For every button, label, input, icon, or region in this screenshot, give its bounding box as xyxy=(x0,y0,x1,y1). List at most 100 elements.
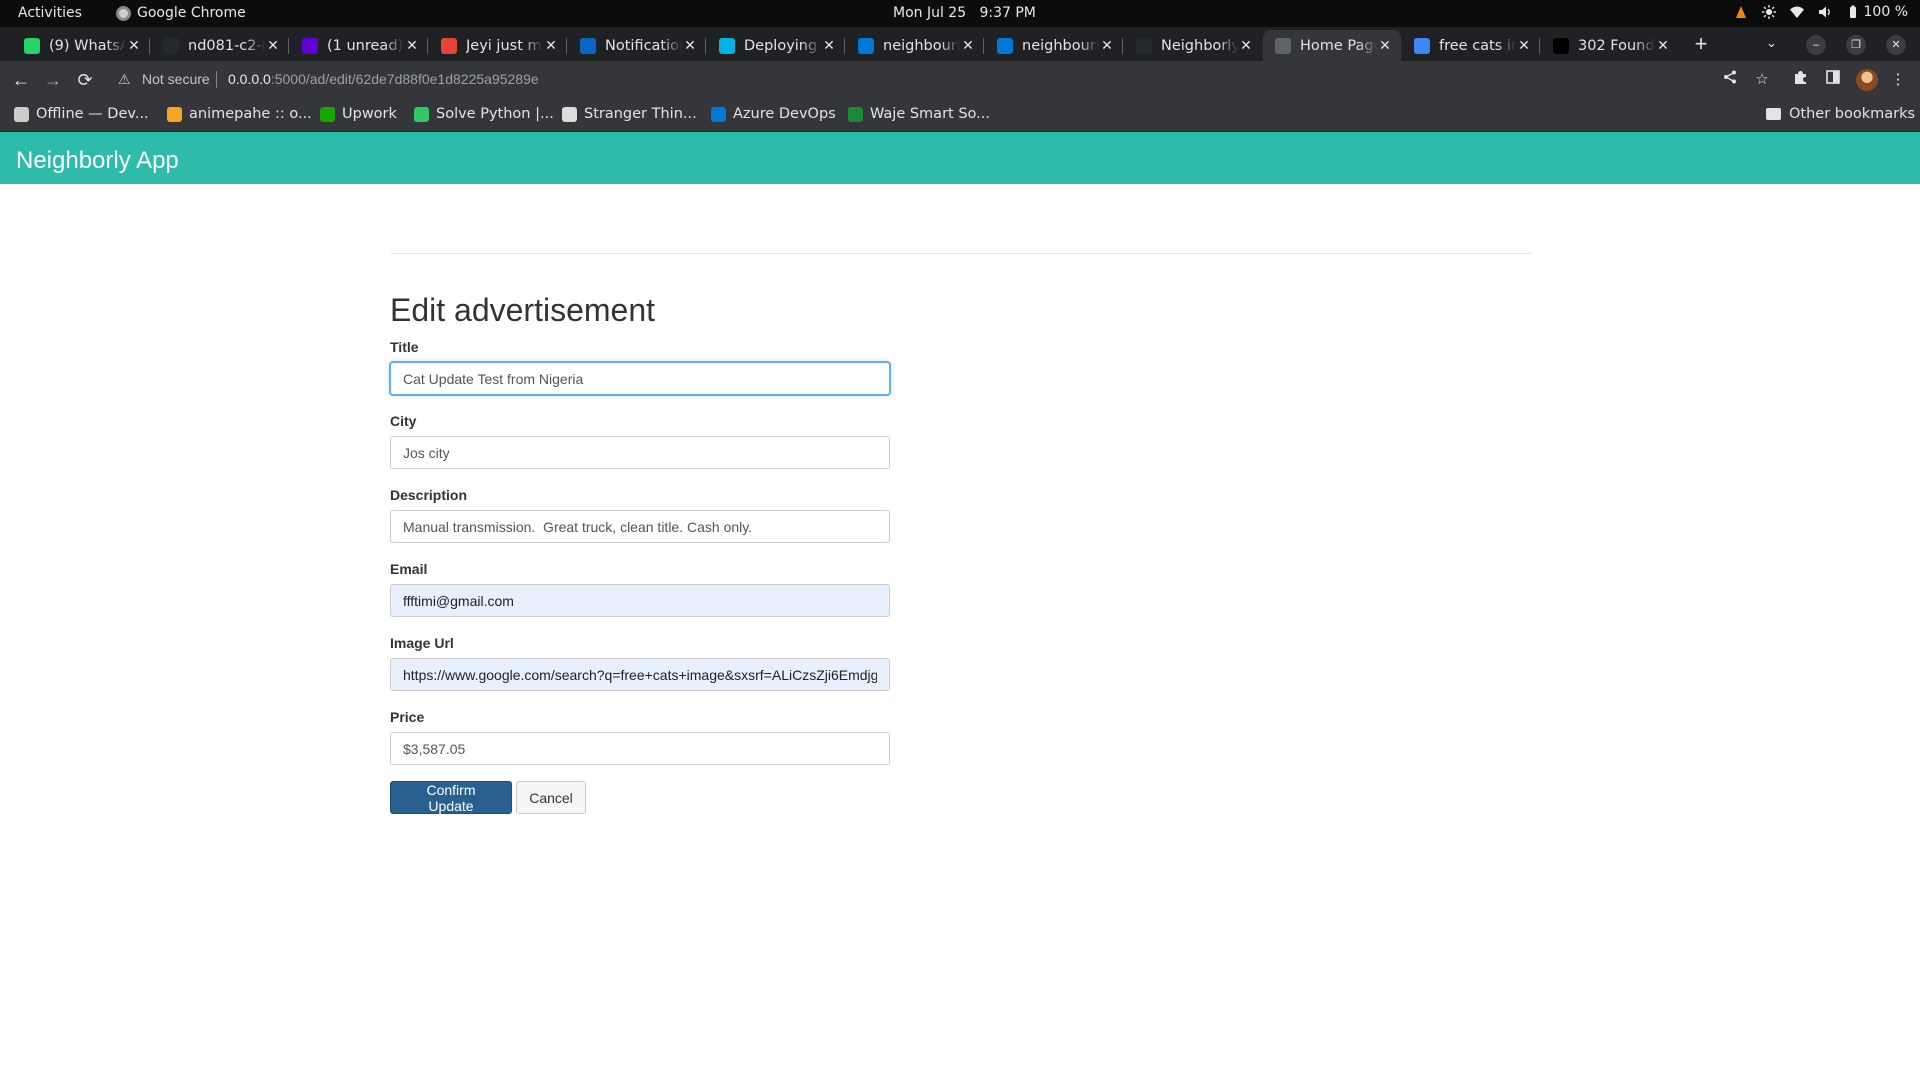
url-path: :5000/ad/edit/62de7d88f0e1d8225a95289e xyxy=(270,71,539,87)
tab-close-icon[interactable]: ✕ xyxy=(404,38,420,54)
price-input[interactable] xyxy=(390,732,890,765)
warning-icon[interactable]: ⚠ xyxy=(118,71,131,88)
browser-tab[interactable]: free cats images✕ xyxy=(1402,30,1540,61)
tab-title: Notifications xyxy=(605,37,682,54)
email-label: Email xyxy=(390,561,428,577)
browser-toolbar: ← → ⟳ ⚠ Not secure 0.0.0.0:5000/ad/edit/… xyxy=(0,61,1920,98)
tab-close-icon[interactable]: ✕ xyxy=(126,38,142,54)
bookmark-label: Solve Python |... xyxy=(436,106,554,122)
browser-tab[interactable]: (1 unread) ✕ xyxy=(290,30,428,61)
app-menu[interactable]: Google Chrome xyxy=(116,5,246,21)
title-input[interactable] xyxy=(390,362,890,395)
azure-icon xyxy=(858,37,874,54)
browser-tab[interactable]: Notifications✕ xyxy=(568,30,706,61)
tab-close-icon[interactable]: ✕ xyxy=(821,38,837,54)
bookmark-item[interactable]: animepahe :: o... xyxy=(167,106,312,122)
security-status[interactable]: Not secure xyxy=(142,71,210,87)
browser-tab[interactable]: neighbourly✕ xyxy=(846,30,984,61)
browser-tab[interactable]: (9) WhatsApp✕ xyxy=(12,30,150,61)
side-panel-icon[interactable] xyxy=(1823,70,1843,90)
other-bookmarks-label: Other bookmarks xyxy=(1789,106,1916,122)
email-input[interactable] xyxy=(390,584,890,617)
tab-separator xyxy=(844,38,845,54)
browser-tab[interactable]: neighbourly✕ xyxy=(985,30,1123,61)
activities-button[interactable]: Activities xyxy=(18,5,82,21)
close-window-button[interactable]: ✕ xyxy=(1886,35,1906,55)
devto-icon xyxy=(14,106,29,122)
bookmark-item[interactable]: Offline — Dev... xyxy=(14,106,149,122)
chrome-menu-icon[interactable]: ⋮ xyxy=(1888,70,1908,90)
reload-icon[interactable]: ⟳ xyxy=(73,68,97,92)
globe-icon xyxy=(1275,37,1291,54)
vlc-icon[interactable] xyxy=(1734,5,1748,19)
brightness-icon[interactable] xyxy=(1761,5,1776,19)
bookmark-label: Stranger Thin... xyxy=(584,106,697,122)
tab-separator xyxy=(566,38,567,54)
cancel-button[interactable]: Cancel xyxy=(516,781,586,814)
tab-separator xyxy=(1539,38,1540,54)
browser-tab[interactable]: Jeyi just messaged✕ xyxy=(429,30,567,61)
volume-icon[interactable] xyxy=(1818,5,1832,19)
tab-title: (9) WhatsApp xyxy=(49,37,126,54)
extensions-puzzle-icon[interactable] xyxy=(1790,70,1810,90)
tab-close-icon[interactable]: ✕ xyxy=(1516,38,1532,54)
url-text[interactable]: 0.0.0.0:5000/ad/edit/62de7d88f0e1d8225a9… xyxy=(228,71,539,87)
other-bookmarks-folder[interactable]: Other bookmarks xyxy=(1766,106,1915,122)
bookmark-label: Azure DevOps xyxy=(733,106,836,122)
animepahe-icon xyxy=(167,106,182,122)
system-tray[interactable]: 100 % xyxy=(1734,4,1908,20)
github-icon xyxy=(1136,37,1152,54)
udacity-icon xyxy=(719,37,735,54)
price-label: Price xyxy=(390,709,425,725)
new-tab-button[interactable]: + xyxy=(1688,31,1714,57)
bookmark-item[interactable]: Azure DevOps xyxy=(711,106,836,122)
browser-tab[interactable]: Neighborly ✕ xyxy=(1124,30,1262,61)
profile-avatar[interactable] xyxy=(1856,69,1878,91)
battery-level: 100 % xyxy=(1863,4,1908,20)
tab-close-icon[interactable]: ✕ xyxy=(1099,38,1115,54)
image-url-input[interactable] xyxy=(390,658,890,691)
tab-close-icon[interactable]: ✕ xyxy=(682,38,698,54)
share-icon[interactable] xyxy=(1720,70,1740,90)
tab-close-icon[interactable]: ✕ xyxy=(1377,38,1393,54)
confirm-update-button[interactable]: Confirm Update xyxy=(390,781,512,814)
back-arrow-icon[interactable]: ← xyxy=(9,68,33,92)
tab-close-icon[interactable]: ✕ xyxy=(1238,38,1254,54)
wifi-icon[interactable] xyxy=(1789,5,1804,19)
title-label: Title xyxy=(390,339,419,355)
forward-arrow-icon[interactable]: → xyxy=(41,68,65,92)
bookmark-item[interactable]: Stranger Thin... xyxy=(562,106,697,122)
tab-separator xyxy=(705,38,706,54)
bookmark-item[interactable]: Solve Python |... xyxy=(414,106,554,122)
bookmark-label: animepahe :: o... xyxy=(189,106,312,122)
yahoo-mail-icon xyxy=(302,37,318,54)
app-navbar: Neighborly App xyxy=(0,132,1920,184)
tab-close-icon[interactable]: ✕ xyxy=(265,38,281,54)
tab-close-icon[interactable]: ✕ xyxy=(543,38,559,54)
app-brand-link[interactable]: Neighborly App xyxy=(16,147,179,175)
battery-icon xyxy=(1849,5,1856,18)
azure-devops-icon xyxy=(711,106,726,122)
tab-close-icon[interactable]: ✕ xyxy=(960,38,976,54)
browser-tab[interactable]: Deploying ✕ xyxy=(707,30,845,61)
clock[interactable]: Mon Jul 25 9:37 PM xyxy=(893,5,1036,21)
tab-strip: (9) WhatsApp✕nd081-c2-Build✕(1 unread)✕J… xyxy=(0,27,1920,61)
bookmark-item[interactable]: Waje Smart So... xyxy=(848,106,990,122)
tab-search-icon[interactable]: ⌄ xyxy=(1766,35,1777,51)
tab-close-icon[interactable]: ✕ xyxy=(1655,38,1671,54)
restore-button[interactable]: ❐ xyxy=(1846,35,1866,55)
page-divider xyxy=(390,253,1531,254)
browser-tab[interactable]: nd081-c2-Build✕ xyxy=(151,30,289,61)
browser-tab[interactable]: Home Page ✕ xyxy=(1263,30,1401,61)
battery-indicator[interactable]: 100 % xyxy=(1846,4,1908,20)
tab-title: neighbourly xyxy=(883,37,960,54)
stranger-things-icon xyxy=(562,106,577,122)
bookmark-item[interactable]: Upwork xyxy=(320,106,397,122)
minimize-button[interactable]: – xyxy=(1806,35,1826,55)
bookmark-star-icon[interactable]: ☆ xyxy=(1752,70,1772,90)
city-input[interactable] xyxy=(390,436,890,469)
address-bar[interactable]: ⚠ Not secure 0.0.0.0:5000/ad/edit/62de7d… xyxy=(108,65,1920,94)
description-input[interactable] xyxy=(390,510,890,543)
browser-tab[interactable]: 302 Found ✕ xyxy=(1541,30,1679,61)
azure-icon xyxy=(997,37,1013,54)
